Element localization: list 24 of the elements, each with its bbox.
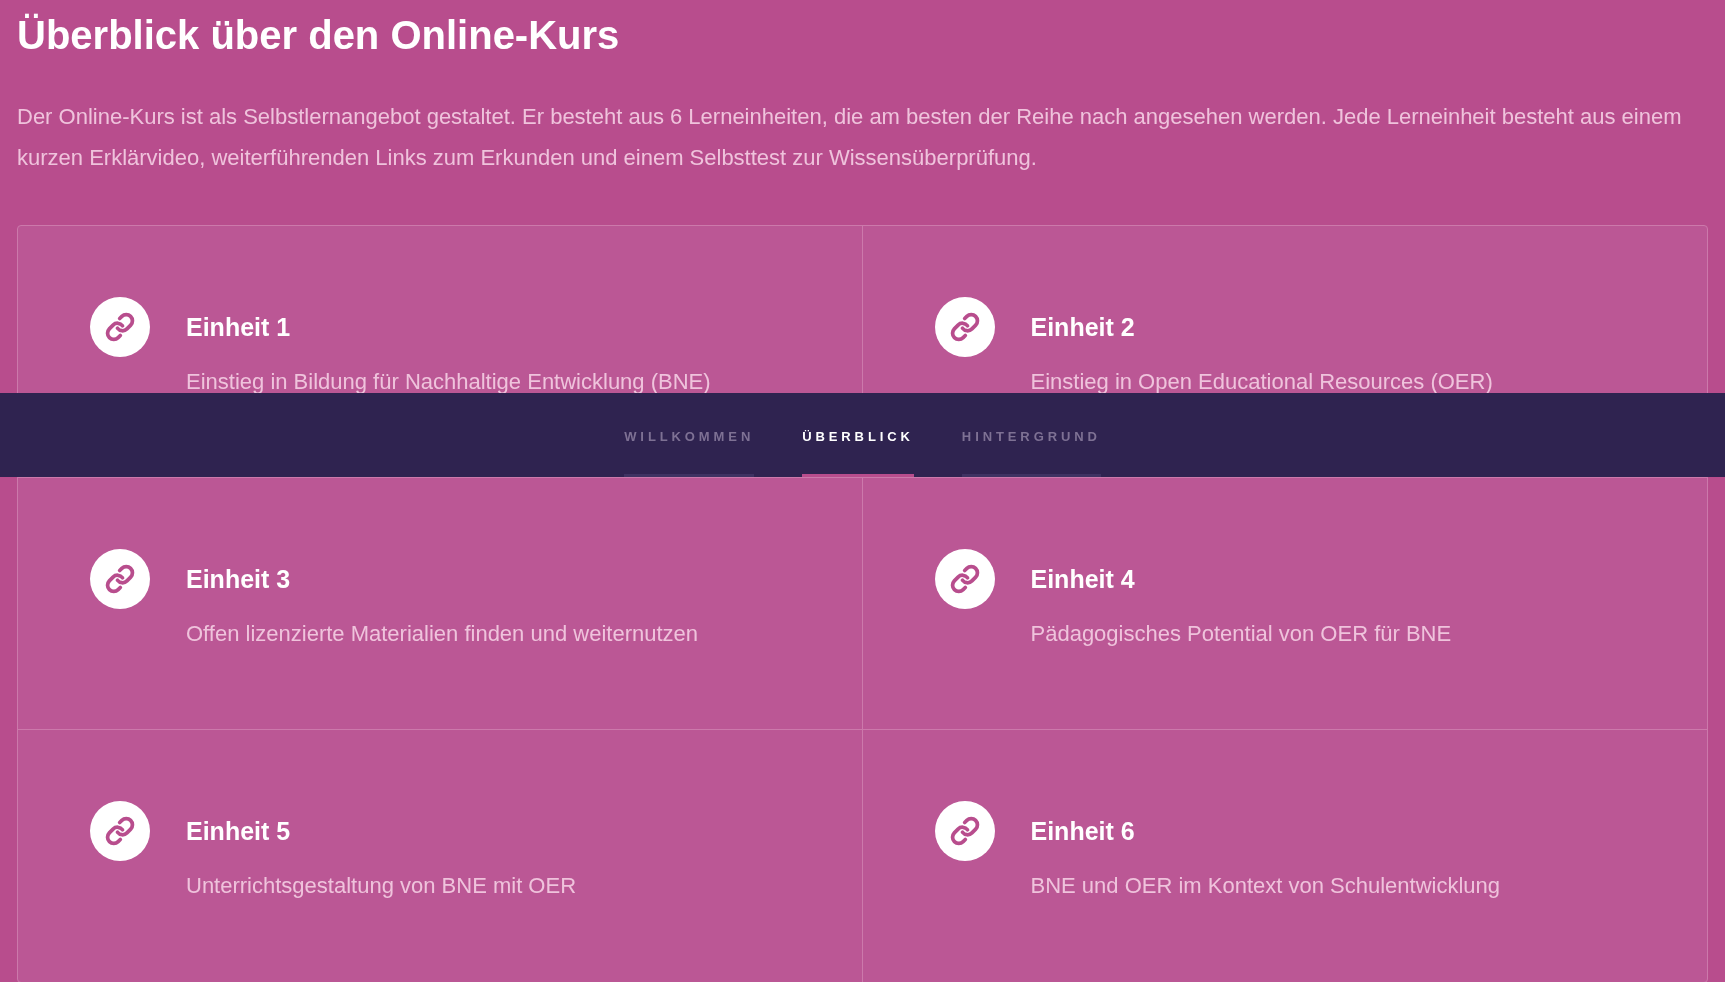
unit-description: Offen lizenzierte Materialien finden und weiternutzen — [186, 620, 698, 648]
unit-description: BNE und OER im Kontext von Schulentwicklung — [1030, 872, 1501, 900]
unit-description: Einstieg in Bildung für Nachhaltige Entwicklung (BNE) — [186, 368, 711, 396]
unit-card[interactable]: Einheit 3 Offen lizenzierte Materialien finden und weiternutzen — [18, 478, 863, 730]
unit-title: Einheit 2 — [1030, 312, 1136, 342]
unit-title: Einheit 3 — [186, 564, 292, 594]
unit-title: Einheit 4 — [1030, 564, 1136, 594]
unit-card[interactable]: Einheit 5 Unterrichtsgestaltung von BNE mit OER — [18, 730, 863, 982]
nav-tab[interactable]: WILLKOMMEN — [624, 393, 755, 477]
unit-card[interactable]: Einheit 4 Pädagogisches Potential von OER für BNE — [862, 478, 1707, 730]
link-icon — [90, 801, 150, 861]
unit-title: Einheit 1 — [186, 312, 292, 342]
nav-tab[interactable]: ÜBERBLICK — [802, 393, 914, 477]
page-heading: Überblick über den Online-Kurs — [17, 12, 621, 59]
unit-description: Einstieg in Open Educational Resources (OER) — [1030, 368, 1493, 396]
unit-title: Einheit 5 — [186, 816, 292, 846]
unit-title: Einheit 6 — [1030, 816, 1136, 846]
unit-description: Pädagogisches Potential von OER für BNE — [1030, 620, 1452, 648]
link-icon — [90, 549, 150, 609]
intro-paragraph: Der Online-Kurs ist als Selbstlernangebot gestaltet. Er besteht aus 6 Lerneinheiten, die am besten der Reihe nach angesehen werden. Jede Lerneinheit besteht aus einem kurzen Erklärvideo, weiterführenden Links zum Erkunden und einem Selbsttest zur Wissensüberprüfung. — [17, 103, 1683, 172]
unit-description: Unterrichtsgestaltung von BNE mit OER — [186, 872, 577, 900]
link-icon — [90, 297, 150, 357]
unit-card[interactable]: Einheit 6 BNE und OER im Kontext von Schulentwicklung — [862, 730, 1707, 982]
nav-tab[interactable]: HINTERGRUND — [961, 393, 1101, 477]
